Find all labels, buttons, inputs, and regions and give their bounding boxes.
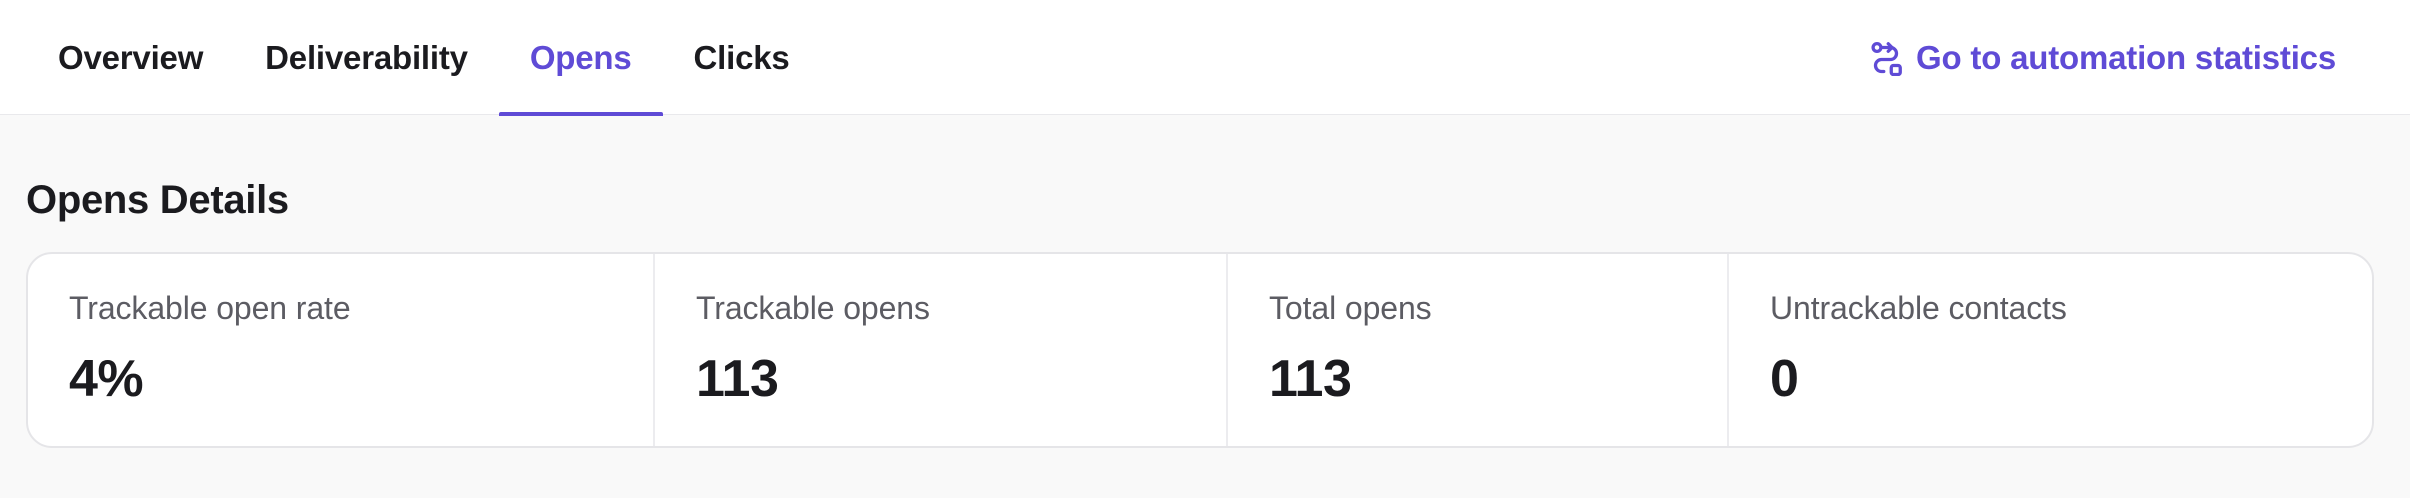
go-to-automation-statistics-link[interactable]: Go to automation statistics [1868, 0, 2336, 115]
automation-link-label: Go to automation statistics [1916, 38, 2336, 76]
stats-tabs: Overview Deliverability Opens Clicks [27, 0, 821, 116]
stat-trackable-open-rate: Trackable open rate 4% [28, 254, 655, 446]
tab-clicks[interactable]: Clicks [663, 0, 821, 115]
opens-stats-card: Trackable open rate 4% Trackable opens 1… [26, 252, 2374, 448]
stat-value: 113 [696, 350, 779, 408]
stat-total-opens: Total opens 113 [1228, 254, 1729, 446]
stat-label: Trackable opens [696, 290, 930, 326]
stat-value: 0 [1770, 350, 1799, 408]
tab-deliverability[interactable]: Deliverability [234, 0, 499, 115]
stat-value: 4% [69, 350, 144, 408]
section-title: Opens Details [26, 178, 289, 222]
stat-trackable-opens: Trackable opens 113 [655, 254, 1228, 446]
stat-label: Untrackable contacts [1770, 290, 2067, 326]
automation-icon [1868, 40, 1904, 76]
stat-label: Trackable open rate [69, 290, 351, 326]
tab-opens[interactable]: Opens [498, 0, 663, 116]
tab-overview[interactable]: Overview [27, 0, 234, 115]
stat-label: Total opens [1269, 290, 1432, 326]
top-navigation-bar: Overview Deliverability Opens Clicks Go … [0, 0, 2410, 116]
stat-untrackable-contacts: Untrackable contacts 0 [1729, 254, 2372, 446]
stat-value: 113 [1269, 350, 1352, 408]
